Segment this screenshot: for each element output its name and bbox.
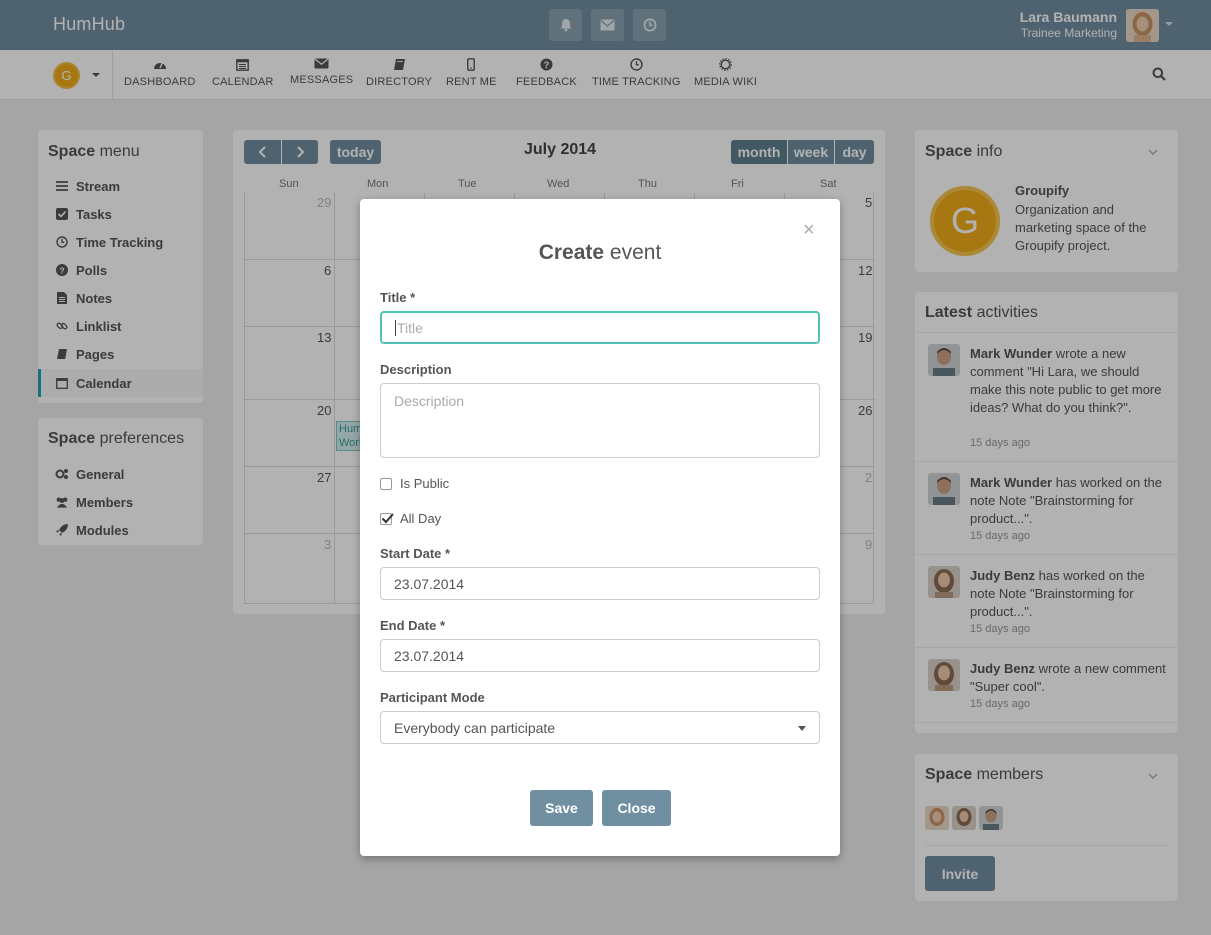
start-date-label: Start Date * — [380, 546, 451, 561]
create-event-modal: × Create event Title * Title Description… — [360, 199, 840, 856]
description-label: Description — [380, 362, 452, 377]
close-button[interactable]: Close — [602, 790, 671, 826]
start-date-input[interactable]: 23.07.2014 — [380, 567, 820, 600]
modal-title: Create event — [538, 241, 662, 264]
participant-mode-select[interactable]: Everybody can participate — [380, 711, 820, 744]
participant-mode-value: Everybody can participate — [394, 719, 556, 736]
text-cursor — [395, 319, 396, 336]
is-public-checkbox-row[interactable]: Is Public — [380, 476, 449, 491]
close-icon[interactable]: × — [803, 219, 815, 242]
participant-mode-label: Participant Mode — [380, 690, 485, 705]
caret-down-icon — [798, 726, 806, 731]
title-label: Title * — [380, 290, 416, 305]
all-day-checkbox-row[interactable]: All Day — [380, 511, 441, 526]
is-public-label: Is Public — [400, 476, 450, 491]
all-day-label: All Day — [400, 511, 442, 526]
description-placeholder: Description — [394, 393, 465, 409]
title-input[interactable]: Title — [380, 311, 820, 344]
all-day-checkbox[interactable] — [380, 512, 394, 525]
title-placeholder: Title — [397, 319, 423, 336]
is-public-checkbox[interactable] — [380, 477, 392, 490]
description-textarea[interactable]: Description — [380, 383, 820, 458]
save-button[interactable]: Save — [530, 790, 593, 826]
end-date-label: End Date * — [380, 618, 446, 633]
checkmark-icon — [381, 512, 394, 523]
end-date-input[interactable]: 23.07.2014 — [380, 639, 820, 672]
